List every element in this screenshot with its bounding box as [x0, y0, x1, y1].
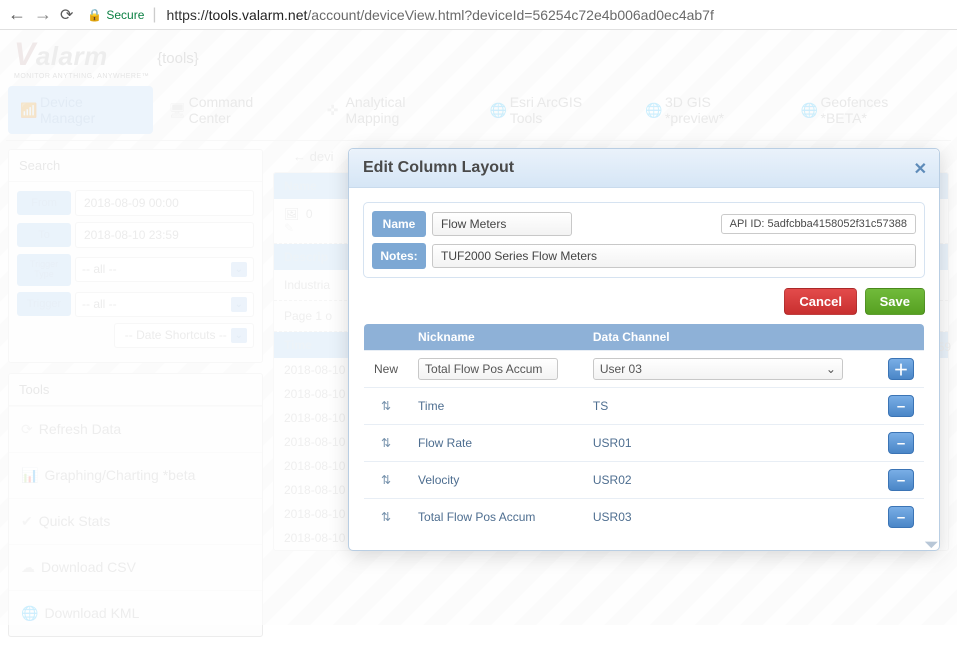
column-row: ⇅ TimeTS– — [364, 388, 925, 425]
header: Valarm MONITOR ANYTHING, ANYWHERE™ {tool… — [0, 30, 957, 80]
from-label: From — [17, 191, 71, 215]
trigger-label: Trigger — [17, 292, 71, 316]
meta-box: Name Flow Meters API ID: 5adfcbba4158052… — [363, 202, 925, 278]
download-csv-link[interactable]: ☁Download CSV — [9, 544, 262, 590]
logo: Valarm — [14, 36, 149, 73]
from-input[interactable]: 2018-08-09 00:00 — [75, 190, 254, 216]
secure-label: Secure — [106, 8, 144, 22]
sort-handle-icon[interactable]: ⇅ — [374, 473, 398, 487]
trigger-type-select[interactable]: -- all --⌄ — [75, 257, 254, 282]
dialog-title: Edit Column Layout ✕ — [349, 149, 939, 188]
trigger-type-label: Trigger Type — [17, 254, 71, 286]
chevron-down-icon: ⌄ — [231, 328, 247, 343]
download-kml-link[interactable]: 🌐Download KML — [9, 590, 262, 636]
check-icon: ✔ — [21, 513, 33, 529]
name-label: Name — [372, 211, 426, 237]
notes-label: Notes: — [372, 243, 426, 269]
sort-handle-icon[interactable]: ⇅ — [374, 436, 398, 450]
to-label: To — [17, 223, 71, 247]
name-input[interactable]: Flow Meters — [432, 212, 572, 236]
search-title: Search — [9, 150, 262, 182]
url-bar[interactable]: https://tools.valarm.net/account/deviceV… — [165, 7, 949, 23]
tools-tag: {tools} — [157, 50, 199, 67]
nickname-cell: Total Flow Pos Accum — [408, 499, 583, 536]
new-nickname-input[interactable]: Total Flow Pos Accum — [418, 358, 558, 380]
nickname-cell: Time — [408, 388, 583, 425]
nickname-cell: Velocity — [408, 462, 583, 499]
new-channel-select[interactable]: User 03⌄ — [593, 358, 843, 380]
save-button[interactable]: Save — [865, 288, 925, 315]
remove-column-button[interactable]: – — [888, 469, 914, 491]
new-label: New — [364, 351, 409, 388]
tools-title: Tools — [9, 374, 262, 406]
col-nickname: Nickname — [408, 324, 583, 351]
refresh-icon: ⟳ — [21, 421, 33, 437]
sort-handle-icon[interactable]: ⇅ — [374, 510, 398, 524]
secure-indicator: 🔒 Secure — [87, 8, 144, 22]
cancel-button[interactable]: Cancel — [784, 288, 857, 315]
tab-command-center[interactable]: 🖥Command Center — [157, 86, 310, 134]
channel-cell: USR02 — [583, 462, 878, 499]
chart-icon: 📊 — [21, 467, 38, 483]
globe-icon: 🌐 — [21, 605, 38, 621]
notes-input[interactable]: TUF2000 Series Flow Meters — [432, 244, 916, 268]
remove-column-button[interactable]: – — [888, 395, 914, 417]
col-actions — [878, 324, 925, 351]
edit-icon[interactable]: ✎ — [284, 221, 294, 235]
tab-esri-arcgis[interactable]: 🌐Esri ArcGIS Tools — [478, 86, 629, 134]
reload-button[interactable]: ⟳ — [60, 5, 73, 25]
graphing-link[interactable]: 📊Graphing/Charting *beta — [9, 452, 262, 498]
forward-button[interactable]: → — [34, 4, 52, 25]
tools-panel: Tools ⟳Refresh Data 📊Graphing/Charting *… — [8, 373, 263, 637]
api-id-badge: API ID: 5adfcbba4158052f31c57388 — [721, 214, 916, 234]
new-row: New Total Flow Pos Accum User 03⌄ ＋ — [364, 351, 925, 388]
chevron-down-icon: ⌄ — [231, 297, 247, 312]
remove-column-button[interactable]: – — [888, 506, 914, 528]
lock-icon: 🔒 — [87, 8, 102, 22]
image-icon: 🖼 — [284, 207, 299, 221]
channel-cell: USR03 — [583, 499, 878, 536]
channel-cell: TS — [583, 388, 878, 425]
column-row: ⇅ Flow RateUSR01– — [364, 425, 925, 462]
cloud-icon: ☁ — [21, 559, 35, 575]
nickname-cell: Flow Rate — [408, 425, 583, 462]
tab-analytical-mapping[interactable]: ✜Analytical Mapping — [314, 86, 474, 134]
refresh-data-link[interactable]: ⟳Refresh Data — [9, 406, 262, 452]
chevron-down-icon: ⌄ — [826, 362, 836, 376]
add-column-button[interactable]: ＋ — [888, 358, 914, 380]
browser-bar: ← → ⟳ 🔒 Secure | https://tools.valarm.ne… — [0, 0, 957, 30]
to-input[interactable]: 2018-08-10 23:59 — [75, 222, 254, 248]
target-icon: ✜ — [326, 102, 340, 119]
globe-icon: 🌐 — [645, 102, 659, 119]
col-datachannel: Data Channel — [583, 324, 878, 351]
logo-subtitle: MONITOR ANYTHING, ANYWHERE™ — [14, 73, 149, 80]
tab-3d-gis[interactable]: 🌐3D GIS *preview* — [633, 86, 785, 134]
globe-icon: 🌐 — [801, 102, 815, 119]
column-row: ⇅ VelocityUSR02– — [364, 462, 925, 499]
top-nav: 📶Device Manager 🖥Command Center ✜Analyti… — [6, 80, 951, 141]
column-row: ⇅ Total Flow Pos AccumUSR03– — [364, 499, 925, 536]
sort-handle-icon[interactable]: ⇅ — [374, 399, 398, 413]
signal-icon: 📶 — [20, 102, 34, 119]
columns-grid: Nickname Data Channel New Total Flow Pos… — [363, 323, 925, 536]
globe-icon: 🌐 — [490, 102, 504, 119]
tab-geofences[interactable]: 🌐Geofences *BETA* — [789, 86, 950, 134]
trigger-select[interactable]: -- all --⌄ — [75, 292, 254, 317]
channel-cell: USR01 — [583, 425, 878, 462]
sidebar: Search From 2018-08-09 00:00 To 2018-08-… — [8, 149, 263, 647]
chevron-down-icon: ⌄ — [231, 262, 247, 277]
col-handle — [364, 324, 409, 351]
monitor-icon: 🖥 — [169, 102, 183, 119]
edit-column-layout-dialog: Edit Column Layout ✕ Name Flow Meters AP… — [348, 148, 940, 551]
back-button[interactable]: ← — [8, 4, 26, 25]
search-panel: Search From 2018-08-09 00:00 To 2018-08-… — [8, 149, 263, 363]
close-icon[interactable]: ✕ — [914, 159, 927, 179]
date-shortcuts-select[interactable]: -- Date Shortcuts --⌄ — [114, 323, 254, 348]
remove-column-button[interactable]: – — [888, 432, 914, 454]
tab-device-manager[interactable]: 📶Device Manager — [8, 86, 153, 134]
quick-stats-link[interactable]: ✔Quick Stats — [9, 498, 262, 544]
